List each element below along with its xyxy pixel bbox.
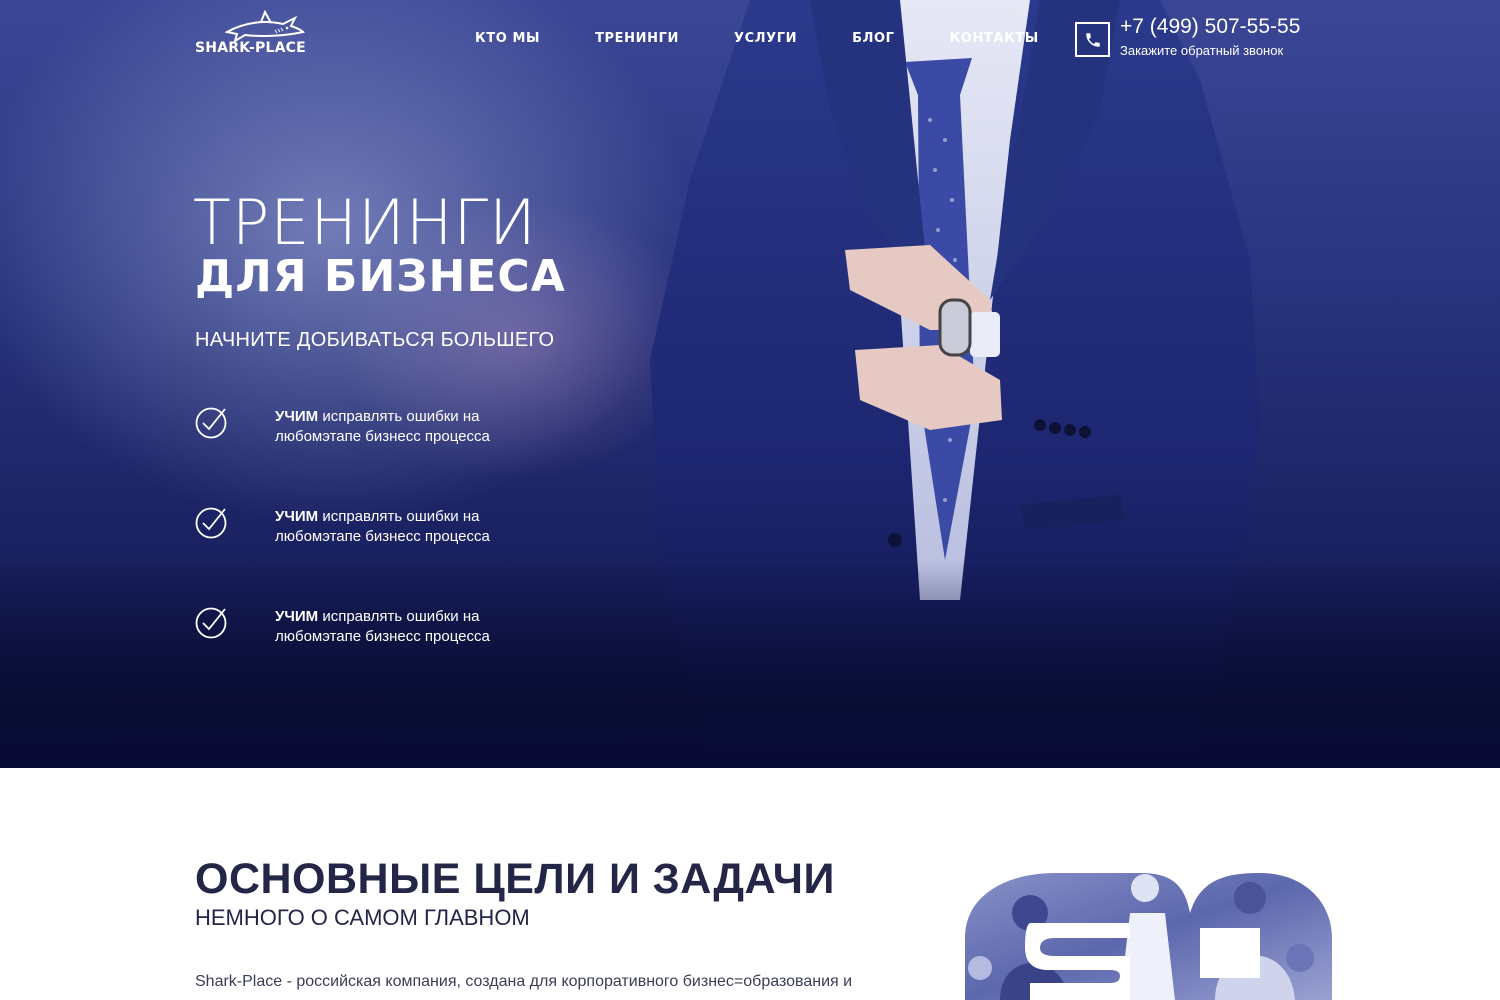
feature-text: УЧИМ исправлять ошибки на любомэтапе биз… (275, 407, 505, 447)
feature-item: УЧИМ исправлять ошибки на любомэтапе биз… (195, 407, 525, 471)
check-circle-icon (195, 607, 227, 639)
feature-item: УЧИМ исправлять ошибки на любомэтапе биз… (195, 607, 525, 671)
goals-subtitle: НЕМНОГО О САМОМ ГЛАВНОМ (195, 905, 530, 930)
hero-title-line2: ДЛЯ БИЗНЕСА (195, 251, 566, 302)
logo-text: SHARK-PLACE (195, 40, 306, 56)
goals-title: ОСНОВНЫЕ ЦЕЛИ И ЗАДАЧИ (195, 855, 835, 903)
nav-item-blog[interactable]: БЛОГ (852, 31, 894, 49)
hero-title-line1: ТРЕНИНГИ (193, 186, 537, 259)
goals-body-text: Shark-Place - российская компания, созда… (195, 973, 853, 990)
feature-text: УЧИМ исправлять ошибки на любомэтапе биз… (275, 607, 505, 647)
check-circle-icon (195, 507, 227, 539)
hero-subtitle: НАЧНИТЕ ДОБИВАТЬСЯ БОЛЬШЕГО (195, 329, 555, 351)
feature-text: УЧИМ исправлять ошибки на любомэтапе биз… (275, 507, 505, 547)
feature-item: УЧИМ исправлять ошибки на любомэтапе биз… (195, 507, 525, 571)
feature-bold: УЧИМ (275, 508, 319, 525)
logo[interactable]: SHARK-PLACE (195, 10, 320, 58)
nav-item-about[interactable]: КТО МЫ (475, 31, 540, 49)
nav-item-trainings[interactable]: ТРЕНИНГИ (595, 31, 679, 49)
feature-bold: УЧИМ (275, 608, 319, 625)
phone-button[interactable] (1075, 22, 1110, 57)
nav-item-services[interactable]: УСЛУГИ (734, 31, 797, 49)
feature-bold: УЧИМ (275, 408, 319, 425)
check-circle-icon (195, 407, 227, 439)
main-nav: КТО МЫ ТРЕНИНГИ УСЛУГИ БЛОГ КОНТАКТЫ (475, 31, 1039, 49)
nav-item-contacts[interactable]: КОНТАКТЫ (950, 31, 1039, 49)
shark-icon (225, 10, 305, 42)
sp-monogram-image (965, 873, 1332, 1000)
phone-icon (1085, 32, 1100, 47)
phone-number[interactable]: +7 (499) 507-55-55 (1120, 15, 1300, 39)
callback-link[interactable]: Закажите обратный звонок (1120, 43, 1283, 58)
